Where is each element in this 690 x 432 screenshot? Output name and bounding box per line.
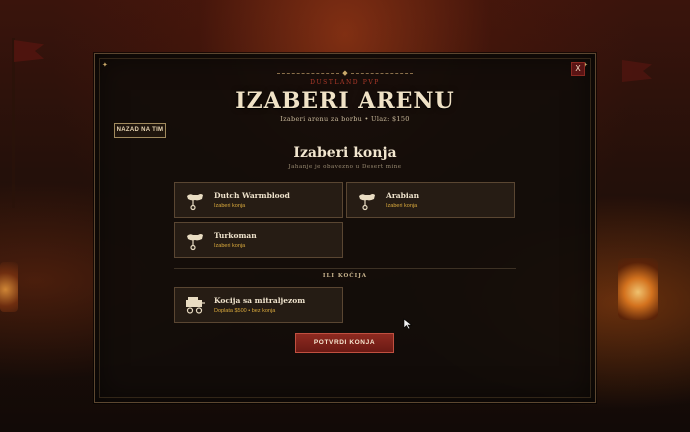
mode-eyebrow: DUSTLAND PVP: [310, 79, 380, 86]
horse-action: Izaberi konja: [214, 203, 246, 209]
horse-saddle-icon: [187, 234, 203, 251]
carriage-card-machine-gun[interactable]: Kocija sa mitraljezom Doplata $500 • bez…: [174, 287, 343, 323]
horse-name: Arabian: [386, 191, 420, 200]
page-subtitle: Izaberi arenu za borbu • Ulaz: $150: [280, 115, 410, 123]
lantern-icon: [618, 258, 658, 320]
background-flag-left: [14, 40, 44, 62]
horse-name: Dutch Warmblood: [214, 191, 290, 200]
horse-card-arabian[interactable]: Arabian Izaberi konja: [346, 182, 515, 218]
horse-card-dutch-warmblood[interactable]: Dutch Warmblood Izaberi konja: [174, 182, 343, 218]
close-button[interactable]: X: [571, 62, 585, 76]
corner-ornament-icon: ✦: [102, 61, 108, 69]
confirm-horse-button[interactable]: POTVRDI KONJA: [295, 333, 394, 353]
page-title: IZABERI ARENU: [235, 88, 455, 114]
horse-section-title: Izaberi konja: [293, 145, 397, 161]
section-divider: [174, 268, 516, 269]
background-flag-pole: [12, 38, 15, 208]
horse-action: Izaberi konja: [386, 203, 418, 209]
horse-saddle-icon: [359, 194, 375, 211]
horse-card-turkoman[interactable]: Turkoman Izaberi konja: [174, 222, 343, 258]
or-carriage-label: ILI KOČIJA: [322, 273, 368, 279]
lantern-left-icon: [0, 262, 18, 312]
horse-section-subtitle: Jahanje je obavezno u Desert mine: [288, 164, 402, 170]
horse-name: Turkoman: [214, 231, 257, 240]
background-flag-right: [622, 60, 652, 82]
title-ornament: ◆: [277, 69, 413, 77]
horse-action: Izaberi konja: [214, 243, 246, 249]
mouse-cursor-icon: [403, 318, 413, 330]
back-to-team-button[interactable]: NAZAD NA TIM: [114, 123, 166, 138]
horse-saddle-icon: [187, 194, 203, 211]
wagon-icon: [186, 297, 205, 314]
diamond-icon: ◆: [342, 69, 348, 77]
carriage-name: Kocija sa mitraljezom: [214, 296, 306, 305]
carriage-detail: Doplata $500 • bez konja: [214, 308, 276, 314]
